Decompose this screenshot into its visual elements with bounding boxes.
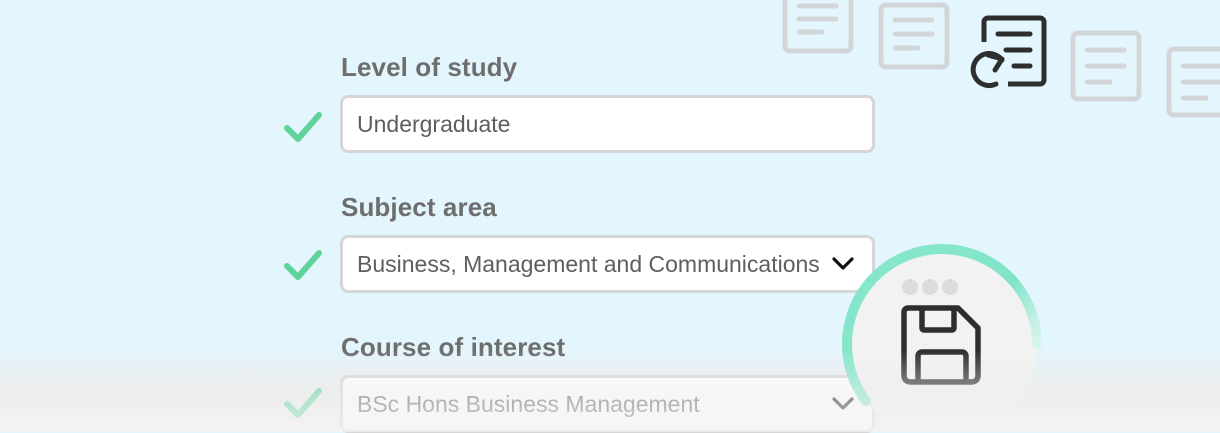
document-icon (1070, 30, 1142, 102)
floppy-disk-icon (901, 305, 981, 385)
subject-area-select[interactable]: Business, Management and Communications (340, 235, 875, 293)
course-of-interest-select[interactable]: BSc Hons Business Management (340, 375, 875, 433)
course-of-interest-value: BSc Hons Business Management (357, 390, 700, 417)
course-of-interest-label: Course of interest (341, 332, 566, 362)
level-of-study-value: Undergraduate (357, 110, 511, 137)
subject-area-label: Subject area (341, 192, 497, 222)
level-of-study-input[interactable]: Undergraduate (340, 95, 875, 153)
document-swap-icon (970, 15, 1047, 89)
more-dots-icon (902, 279, 958, 295)
check-icon (284, 250, 322, 280)
subject-area-value: Business, Management and Communications (357, 250, 820, 277)
document-icon (782, 0, 854, 54)
document-icon (878, 2, 950, 70)
level-of-study-label: Level of study (341, 52, 518, 82)
check-icon (284, 112, 322, 142)
document-icon (1166, 46, 1220, 118)
check-icon (284, 388, 322, 418)
